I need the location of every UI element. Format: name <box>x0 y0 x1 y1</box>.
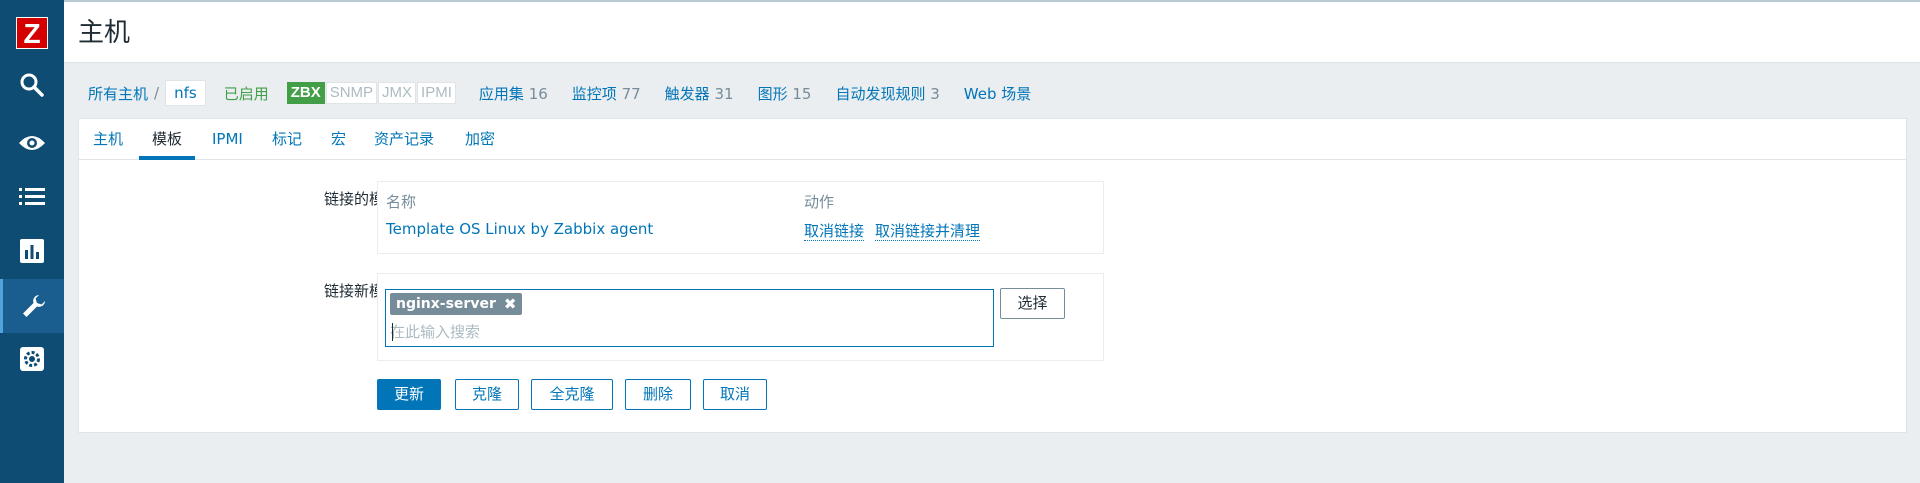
delete-button[interactable]: 删除 <box>625 379 691 410</box>
page-title: 主机 <box>78 18 131 48</box>
selected-template-label: nginx-server <box>396 296 496 312</box>
graphs-link[interactable]: 图形 15 <box>758 83 812 104</box>
eye-icon[interactable] <box>0 116 64 170</box>
jmx-badge: JMX <box>378 82 417 104</box>
search-icon[interactable] <box>0 58 64 112</box>
list-icon[interactable] <box>0 170 64 224</box>
snmp-badge: SNMP <box>325 82 378 104</box>
triggers-link[interactable]: 触发器 31 <box>665 83 734 104</box>
zbx-badge: ZBX <box>286 82 325 104</box>
tab-templates[interactable]: 模板 <box>139 119 196 160</box>
selected-template-chip: nginx-server ✖ <box>390 293 523 315</box>
full-clone-button[interactable]: 全克隆 <box>531 379 613 410</box>
text-cursor <box>392 323 393 341</box>
zabbix-logo[interactable]: Z <box>16 17 48 49</box>
page-header: 主机 <box>64 0 1920 63</box>
web-scenarios-link[interactable]: Web 场景 <box>964 83 1031 104</box>
template-search-input[interactable] <box>390 321 970 343</box>
host-navigation: 所有主机 / nfs 已启用 ZBX SNMP JMX IPMI 应用集 16 … <box>88 80 1055 106</box>
column-header-action: 动作 <box>804 193 835 211</box>
breadcrumb-separator: / <box>154 84 160 102</box>
host-status[interactable]: 已启用 <box>224 83 269 104</box>
clone-button[interactable]: 克隆 <box>455 379 519 410</box>
tab-ipmi[interactable]: IPMI <box>212 119 243 160</box>
availability-indicators: ZBX SNMP JMX IPMI <box>286 82 457 104</box>
host-name-link[interactable]: nfs <box>165 80 206 106</box>
template-multiselect[interactable]: nginx-server ✖ <box>385 289 994 347</box>
wrench-icon[interactable] <box>0 279 64 333</box>
unlink-link[interactable]: 取消链接 <box>804 220 865 241</box>
remove-chip-icon[interactable]: ✖ <box>504 293 517 315</box>
sidebar: Z <box>0 0 64 483</box>
tab-macros[interactable]: 宏 <box>331 119 346 160</box>
applications-link[interactable]: 应用集 16 <box>479 83 548 104</box>
tab-inventory[interactable]: 资产记录 <box>374 119 434 160</box>
gear-icon[interactable] <box>0 332 64 386</box>
link-new-templates-label: 链接新模板 <box>323 282 399 300</box>
all-hosts-link[interactable]: 所有主机 <box>88 83 148 104</box>
linked-templates-label: 链接的模板 <box>323 190 399 208</box>
linked-templates-table: 名称 动作 Template OS Linux by Zabbix agent … <box>377 181 1104 254</box>
discovery-rules-link[interactable]: 自动发现规则 3 <box>835 83 939 104</box>
tab-encryption[interactable]: 加密 <box>465 119 495 160</box>
tab-tags[interactable]: 标记 <box>272 119 302 160</box>
column-header-name: 名称 <box>386 193 417 211</box>
tab-bar: 主机 模板 IPMI 标记 宏 资产记录 加密 <box>79 119 1906 160</box>
ipmi-badge: IPMI <box>417 82 456 104</box>
tab-host[interactable]: 主机 <box>93 119 123 160</box>
cancel-button[interactable]: 取消 <box>703 379 767 410</box>
unlink-and-clear-link[interactable]: 取消链接并清理 <box>875 220 981 241</box>
select-template-button[interactable]: 选择 <box>1000 288 1065 319</box>
link-new-templates-box: nginx-server ✖ 选择 <box>377 273 1104 361</box>
items-link[interactable]: 监控项 77 <box>572 83 641 104</box>
update-button[interactable]: 更新 <box>377 379 441 410</box>
chart-icon[interactable] <box>0 224 64 278</box>
host-form-panel: 主机 模板 IPMI 标记 宏 资产记录 加密 链接的模板 名称 动作 Temp… <box>78 118 1907 433</box>
linked-template-name[interactable]: Template OS Linux by Zabbix agent <box>386 220 653 238</box>
